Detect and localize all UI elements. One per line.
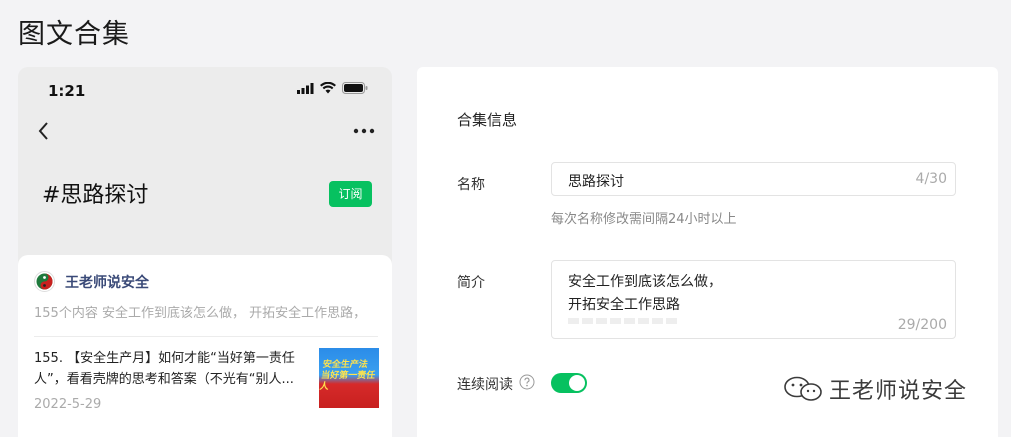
back-icon[interactable] (32, 119, 56, 143)
account-avatar (34, 271, 55, 292)
article-thumbnail: 安全生产法 当好第一责任人 (319, 348, 379, 408)
wechat-icon (784, 376, 822, 401)
status-icons (297, 82, 368, 94)
intro-line: 开拓安全工作思路 (568, 297, 680, 313)
more-icon[interactable] (352, 123, 376, 139)
intro-char-count: 29/200 (897, 317, 947, 333)
battery-icon (342, 82, 368, 94)
status-time: 1:21 (48, 82, 86, 100)
continuous-read-label: 连续阅读 (457, 377, 513, 393)
name-field-value: 思路探讨 (568, 174, 624, 190)
name-hint: 每次名称修改需间隔24小时以上 (551, 212, 737, 227)
name-label: 名称 (457, 177, 485, 193)
article-item[interactable]: 155. 【安全生产月】如何才能“当好第一责任人”，看看壳牌的思考和答案（不光有… (34, 348, 379, 418)
phone-preview: 1:21 #思路探讨 订阅 王老师说安全 155个内容 安全工作到底该怎么做， … (18, 67, 392, 437)
thumbnail-caption-line1: 安全生产法 (321, 360, 369, 370)
watermark: 王老师说安全 (783, 373, 967, 405)
section-title: 合集信息 (457, 111, 518, 129)
thumbnail-caption: 安全生产法 当好第一责任人 (319, 360, 379, 393)
card-divider (34, 336, 378, 337)
intro-textarea[interactable]: 安全工作到底该怎么做， 开拓安全工作思路 29/200 (551, 260, 956, 339)
help-icon[interactable] (519, 374, 535, 390)
wifi-icon (320, 82, 336, 94)
account-row[interactable]: 王老师说安全 (34, 271, 149, 292)
name-char-count: 4/30 (915, 171, 947, 187)
subscribe-button[interactable]: 订阅 (329, 181, 372, 207)
toggle-knob (569, 375, 585, 391)
article-title: 155. 【安全生产月】如何才能“当好第一责任人”，看看壳牌的思考和答案（不光有… (34, 351, 295, 387)
watermark-text: 王老师说安全 (829, 379, 968, 404)
intro-overflow-text (568, 318, 678, 324)
name-field[interactable]: 思路探讨 4/30 (551, 162, 956, 196)
collection-hashtag-title: #思路探讨 (42, 183, 149, 208)
thumbnail-caption-line2: 当好第一责任人 (319, 371, 376, 392)
account-name: 王老师说安全 (65, 274, 149, 291)
signal-icon (297, 82, 314, 94)
continuous-read-toggle[interactable] (551, 373, 587, 393)
intro-label: 简介 (457, 275, 485, 291)
collection-card: 王老师说安全 155个内容 安全工作到底该怎么做， 开拓安全工作思路， 155.… (18, 255, 392, 437)
article-date: 2022-5-29 (34, 397, 102, 412)
phone-status-bar: 1:21 (18, 67, 392, 113)
account-description: 155个内容 安全工作到底该怎么做， 开拓安全工作思路， (34, 306, 367, 321)
page-title: 图文合集 (18, 19, 130, 50)
intro-line: 安全工作到底该怎么做， (568, 274, 722, 290)
account-logo-icon (36, 273, 53, 290)
